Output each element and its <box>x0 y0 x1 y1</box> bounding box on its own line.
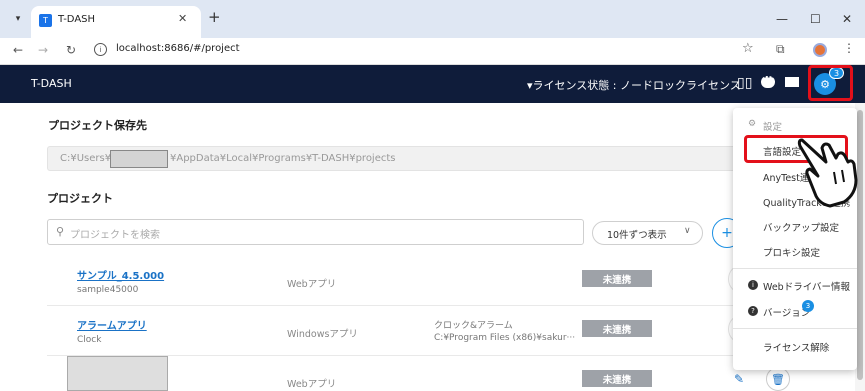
tab-list-chevron-down-icon[interactable]: ▾ <box>8 9 28 29</box>
status-badge: 未連携 <box>582 370 652 387</box>
menu-item-webdriver-info[interactable]: Webドライバー情報 <box>733 279 857 293</box>
project-name-link[interactable]: アラームアプリ <box>77 317 147 332</box>
project-type: Windowsアプリ <box>287 329 358 340</box>
window-minimize-button[interactable]: — <box>776 12 788 26</box>
license-status-dropdown[interactable]: ▾ライセンス状態 : ノードロックライセンス <box>527 77 741 93</box>
project-app-path: C:¥Program Files (x86)¥sakur··· <box>434 333 576 343</box>
redacted-username <box>110 150 168 168</box>
extensions-puzzle-icon[interactable]: ⧉ <box>776 42 785 57</box>
projects-heading: プロジェクト <box>47 192 113 205</box>
save-location-heading: プロジェクト保存先 <box>48 119 147 132</box>
browser-menu-kebab-icon[interactable]: ⋮ <box>843 41 855 55</box>
profile-avatar[interactable] <box>813 43 827 57</box>
per-page-select[interactable]: 10件ずつ表示 ∨ <box>592 221 703 245</box>
project-id: Clock <box>77 335 102 345</box>
menu-item-proxy[interactable]: プロキシ設定 <box>733 245 857 259</box>
search-placeholder: プロジェクトを検索 <box>70 230 160 241</box>
menu-divider <box>733 328 857 329</box>
search-icon: ⚲ <box>56 225 65 238</box>
address-bar-url[interactable]: localhost:8686/#/project <box>116 43 240 54</box>
menu-item-backup[interactable]: バックアップ設定 <box>733 220 857 234</box>
project-name-link[interactable]: サンプル_4.5.000 <box>77 267 164 282</box>
menu-item-license-release[interactable]: ライセンス解除 <box>733 340 857 354</box>
tab-title: T-DASH <box>58 14 96 25</box>
app-header: T-DASH ▾ライセンス状態 : ノードロックライセンス ▯▯ ⚙ 3 <box>0 65 865 103</box>
status-badge: 未連携 <box>582 320 652 337</box>
delete-trash-icon[interactable]: 🗑 <box>766 367 790 391</box>
window-close-button[interactable]: ✕ <box>842 12 852 26</box>
app-title: T-DASH <box>31 77 72 90</box>
save-path-prefix: C:¥Users¥ <box>60 153 112 164</box>
mail-envelope-icon[interactable] <box>785 77 799 87</box>
menu-item-version[interactable]: バージョン <box>733 305 857 319</box>
chat-bubble-icon[interactable] <box>761 72 775 88</box>
menu-header: 設定 <box>763 122 783 133</box>
project-id: sample45000 <box>77 285 139 295</box>
back-arrow-icon[interactable]: ← <box>13 43 23 57</box>
browser-toolbar: ← → ↻ i localhost:8686/#/project ☆ ⧉ ⋮ <box>0 38 865 65</box>
project-search-input[interactable]: ⚲ プロジェクトを検索 <box>47 219 584 245</box>
bookmark-star-icon[interactable]: ☆ <box>742 41 754 56</box>
window-maximize-button[interactable]: ☐ <box>810 12 821 26</box>
chevron-down-icon: ∨ <box>684 226 691 236</box>
manual-book-icon[interactable]: ▯▯ <box>737 75 752 91</box>
browser-tab[interactable]: T T-DASH ✕ <box>31 6 201 38</box>
project-type: Webアプリ <box>287 279 337 290</box>
status-badge: 未連携 <box>582 270 652 287</box>
settings-highlight-box <box>808 65 853 101</box>
new-tab-plus-icon[interactable]: + <box>208 10 221 25</box>
save-path-field: C:¥Users¥ ¥AppData¥Local¥Programs¥T-DASH… <box>47 146 777 171</box>
per-page-value: 10件ずつ表示 <box>607 230 667 241</box>
project-app-name: クロック&アラーム <box>434 321 513 331</box>
save-path-suffix: ¥AppData¥Local¥Programs¥T-DASH¥projects <box>170 153 396 164</box>
pointing-hand-icon <box>797 138 858 208</box>
reload-icon[interactable]: ↻ <box>66 43 76 57</box>
redacted-project-name <box>67 356 168 391</box>
site-info-icon[interactable]: i <box>94 43 107 56</box>
project-type: Webアプリ <box>287 379 337 390</box>
tab-close-icon[interactable]: ✕ <box>178 12 187 25</box>
version-badge: 3 <box>802 300 814 312</box>
row-divider <box>47 305 777 306</box>
browser-tab-strip: ▾ T T-DASH ✕ + — ☐ ✕ <box>0 0 865 38</box>
menu-divider <box>733 268 857 269</box>
edit-pencil-icon[interactable]: ✎ <box>734 372 749 387</box>
forward-arrow-icon[interactable]: → <box>38 43 48 57</box>
tdash-favicon-icon: T <box>39 14 52 27</box>
